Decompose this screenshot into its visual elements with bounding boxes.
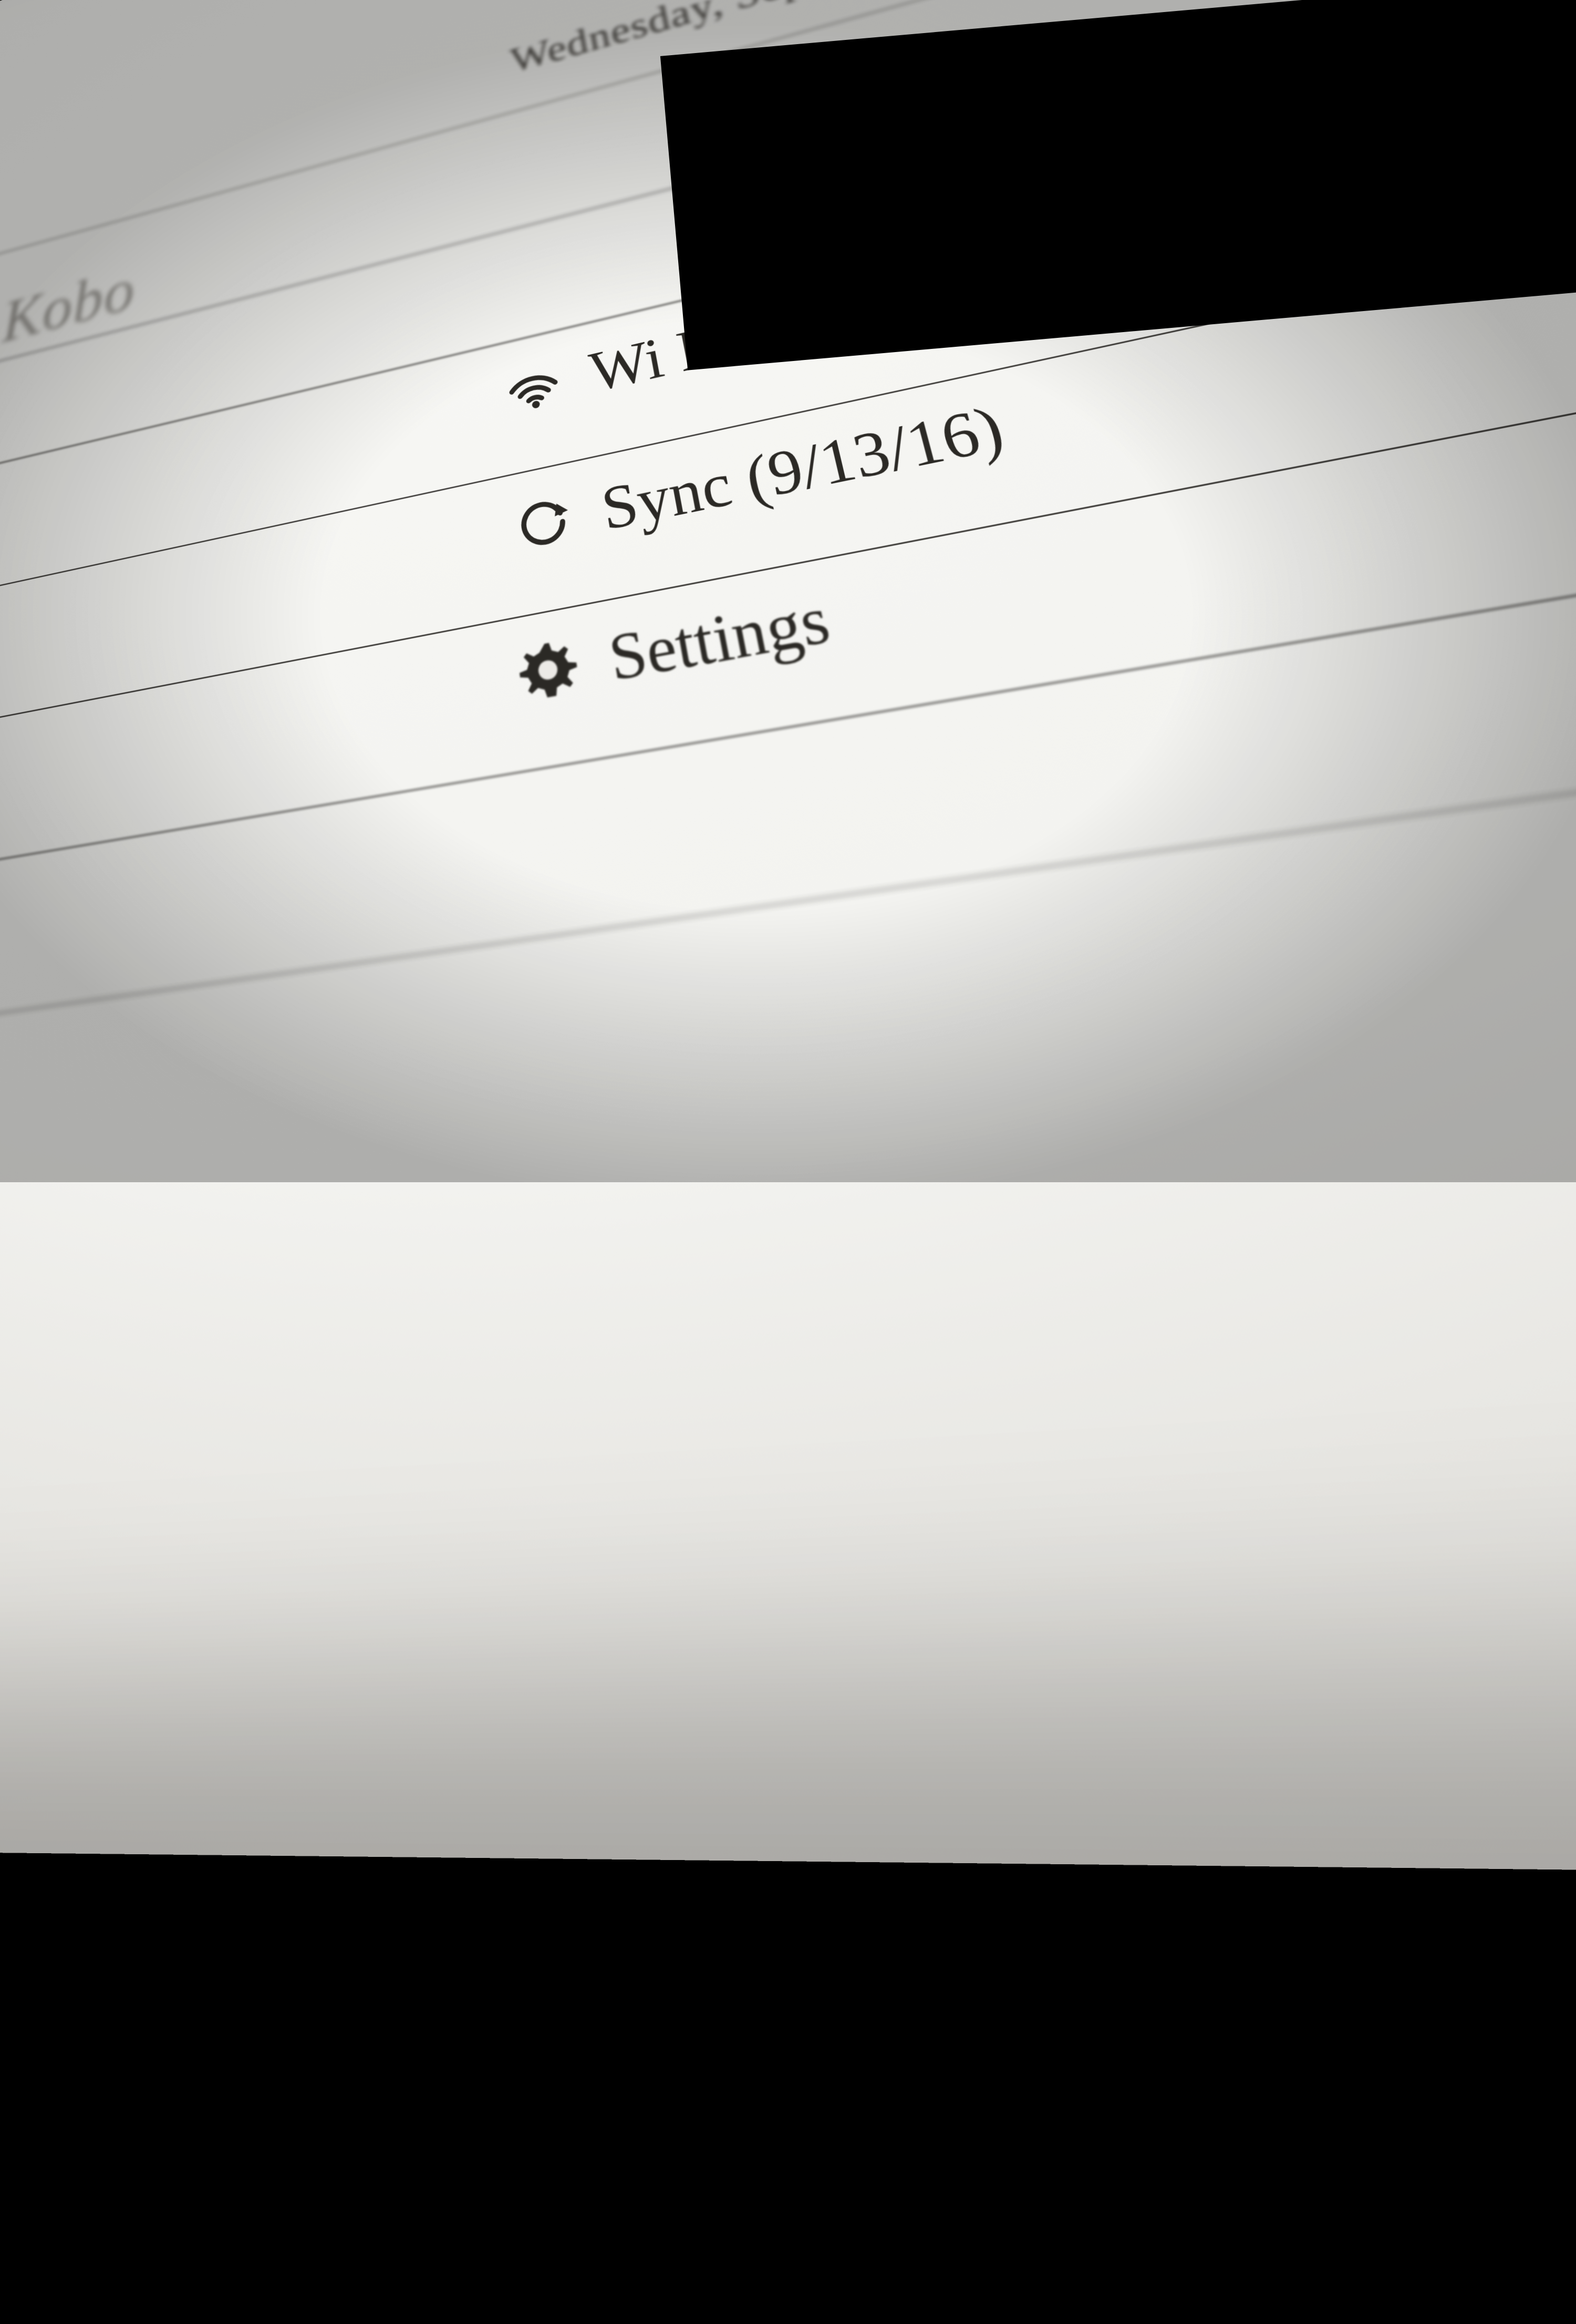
menu-item-label: Sync (9/13/16) xyxy=(597,391,1011,544)
menu-item-label: Settings xyxy=(604,581,836,696)
scene: Wednesday, September 14, 2016 Kobo Wi xyxy=(0,0,1576,1182)
divider xyxy=(0,0,1576,504)
wifi-icon xyxy=(503,355,564,418)
status-date: Wednesday, September 14, 2016 xyxy=(0,0,1576,269)
ereader-screen: Wednesday, September 14, 2016 Kobo Wi xyxy=(0,0,1576,1897)
menu-item-settings[interactable]: Settings xyxy=(514,581,836,712)
sync-icon xyxy=(511,489,576,555)
menu-item-wifi[interactable]: Wi Fi: Enabled xyxy=(502,251,989,425)
gear-icon xyxy=(515,635,582,705)
brand-label: Kobo xyxy=(2,254,136,356)
